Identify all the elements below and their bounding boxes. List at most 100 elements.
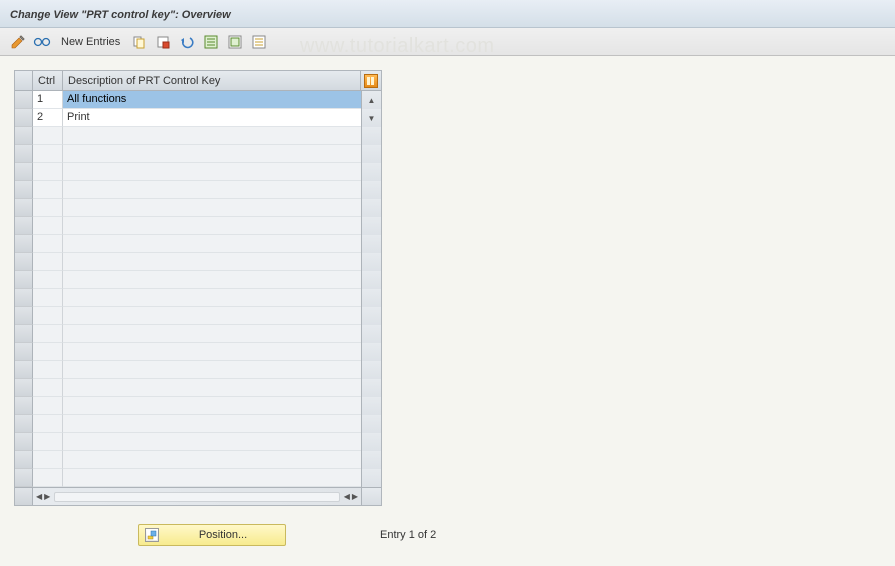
table-row[interactable] [15,217,381,235]
cell-ctrl[interactable] [33,199,63,217]
cell-desc[interactable] [63,397,361,415]
cell-ctrl[interactable] [33,127,63,145]
row-selector[interactable] [15,325,33,343]
table-row[interactable] [15,469,381,487]
undo-icon[interactable] [177,32,197,52]
row-selector[interactable] [15,415,33,433]
cell-ctrl[interactable] [33,253,63,271]
table-row[interactable] [15,379,381,397]
hscroll-right-icon[interactable]: ◀ [344,492,350,501]
cell-ctrl[interactable] [33,145,63,163]
cell-ctrl[interactable] [33,325,63,343]
table-row[interactable] [15,361,381,379]
table-row[interactable] [15,271,381,289]
row-selector[interactable] [15,397,33,415]
cell-ctrl[interactable] [33,163,63,181]
table-row[interactable]: 2Print ▼ [15,109,381,127]
row-selector[interactable] [15,127,33,145]
cell-ctrl[interactable] [33,361,63,379]
hscroll-last-icon[interactable]: ▶ [352,492,358,501]
cell-ctrl[interactable] [33,181,63,199]
position-button[interactable]: Position... [138,524,286,546]
select-all-icon[interactable] [201,32,221,52]
cell-desc[interactable] [63,271,361,289]
v-scrollbar-cell[interactable]: ▲ [361,91,381,109]
row-selector[interactable] [15,343,33,361]
cell-ctrl[interactable] [33,289,63,307]
row-selector[interactable] [15,217,33,235]
table-row[interactable] [15,433,381,451]
cell-ctrl[interactable] [33,433,63,451]
cell-ctrl[interactable] [33,235,63,253]
cell-ctrl[interactable]: 2 [33,109,63,127]
cell-ctrl[interactable] [33,343,63,361]
row-selector[interactable] [15,235,33,253]
glasses-icon[interactable] [32,32,52,52]
cell-ctrl[interactable] [33,451,63,469]
row-selector[interactable] [15,361,33,379]
row-selector[interactable] [15,433,33,451]
delete-icon[interactable] [153,32,173,52]
table-row[interactable] [15,235,381,253]
col-header-desc[interactable]: Description of PRT Control Key [63,71,361,90]
cell-desc[interactable] [63,469,361,487]
cell-desc[interactable] [63,127,361,145]
cell-desc[interactable] [63,451,361,469]
row-selector[interactable] [15,451,33,469]
table-row[interactable] [15,145,381,163]
table-row[interactable]: 1All functions ▲ [15,91,381,109]
table-row[interactable] [15,415,381,433]
new-entries-button[interactable]: New Entries [56,32,125,52]
cell-ctrl[interactable] [33,379,63,397]
select-block-icon[interactable] [225,32,245,52]
cell-desc[interactable]: All functions [63,91,361,109]
table-row[interactable] [15,181,381,199]
copy-icon[interactable] [129,32,149,52]
v-scrollbar-cell[interactable]: ▼ [361,109,381,127]
vscroll-down-icon[interactable]: ▼ [368,114,376,123]
cell-desc[interactable] [63,307,361,325]
vscroll-up-icon[interactable]: ▲ [368,96,376,105]
col-header-ctrl[interactable]: Ctrl [33,71,63,90]
cell-ctrl[interactable]: 1 [33,91,63,109]
cell-ctrl[interactable] [33,271,63,289]
cell-desc[interactable] [63,181,361,199]
deselect-all-icon[interactable] [249,32,269,52]
row-selector[interactable] [15,199,33,217]
cell-ctrl[interactable] [33,397,63,415]
cell-ctrl[interactable] [33,469,63,487]
row-selector[interactable] [15,91,33,109]
cell-desc[interactable] [63,415,361,433]
cell-desc[interactable] [63,217,361,235]
cell-ctrl[interactable] [33,415,63,433]
row-selector[interactable] [15,145,33,163]
cell-desc[interactable] [63,163,361,181]
pencil-toggle-icon[interactable] [8,32,28,52]
table-row[interactable] [15,289,381,307]
row-selector[interactable] [15,289,33,307]
table-row[interactable] [15,163,381,181]
row-selector[interactable] [15,253,33,271]
cell-desc[interactable] [63,289,361,307]
row-selector[interactable] [15,271,33,289]
table-row[interactable] [15,253,381,271]
row-selector-header[interactable] [15,71,33,90]
table-row[interactable] [15,451,381,469]
cell-desc[interactable] [63,235,361,253]
table-config-button[interactable] [361,71,381,90]
row-selector[interactable] [15,181,33,199]
cell-desc[interactable] [63,343,361,361]
table-row[interactable] [15,397,381,415]
table-row[interactable] [15,343,381,361]
cell-desc[interactable] [63,199,361,217]
hscroll-track[interactable] [54,492,339,502]
row-selector[interactable] [15,469,33,487]
row-selector[interactable] [15,163,33,181]
cell-desc[interactable]: Print [63,109,361,127]
cell-desc[interactable] [63,325,361,343]
cell-desc[interactable] [63,433,361,451]
row-selector[interactable] [15,307,33,325]
cell-desc[interactable] [63,145,361,163]
h-scrollbar[interactable]: ◀ ▶ ◀ ▶ [33,488,361,505]
table-row[interactable] [15,307,381,325]
